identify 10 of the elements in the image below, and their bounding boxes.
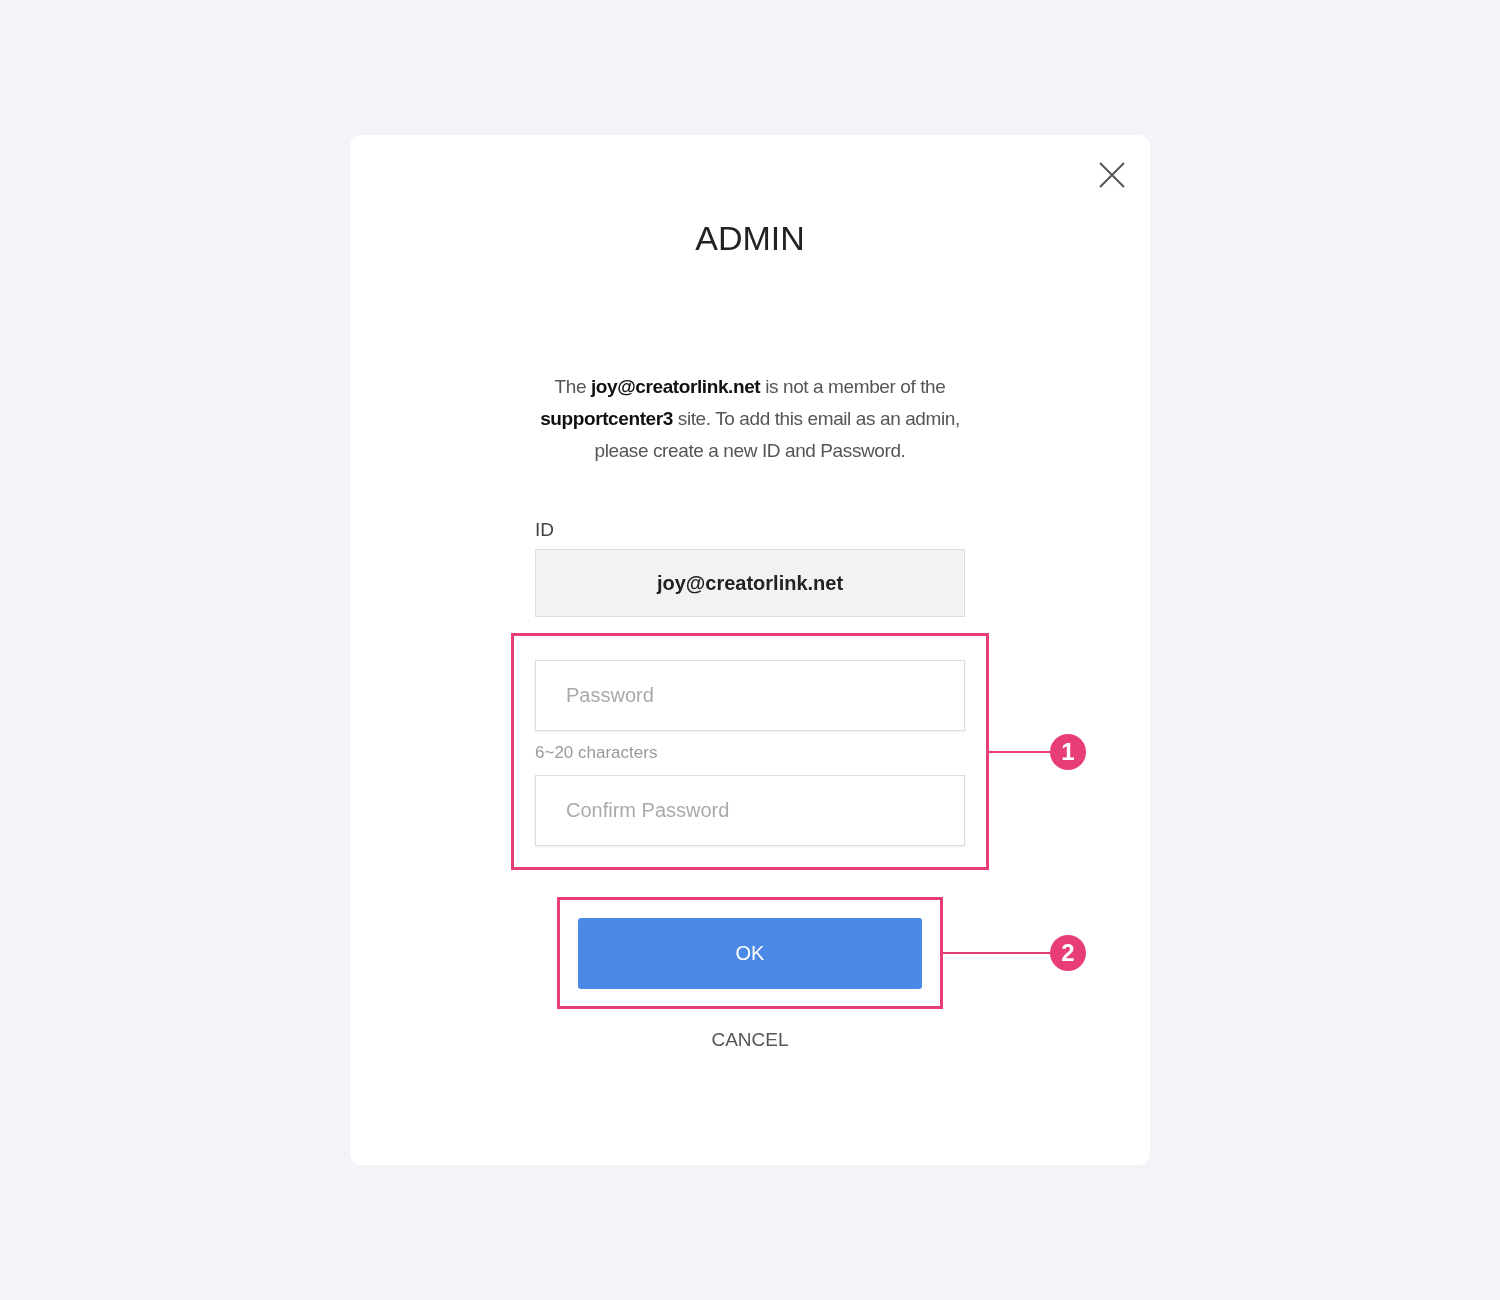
id-field: joy@creatorlink.net	[535, 549, 965, 617]
id-label: ID	[535, 519, 554, 541]
confirm-password-field[interactable]: Confirm Password	[535, 775, 965, 846]
message-text: The joy@creatorlink.net is not a member of the supportcenter3 site. To add this email as an admin, please create a new ID and Password.	[539, 375, 961, 463]
dialog-title: ADMIN	[695, 218, 805, 259]
password-hint: 6~20 characters	[535, 743, 658, 763]
cancel-link[interactable]: CANCEL	[711, 1029, 789, 1051]
callout-number: 1	[1050, 733, 1086, 770]
callout-number: 2	[1050, 935, 1086, 971]
password-field[interactable]: Password	[535, 660, 965, 731]
